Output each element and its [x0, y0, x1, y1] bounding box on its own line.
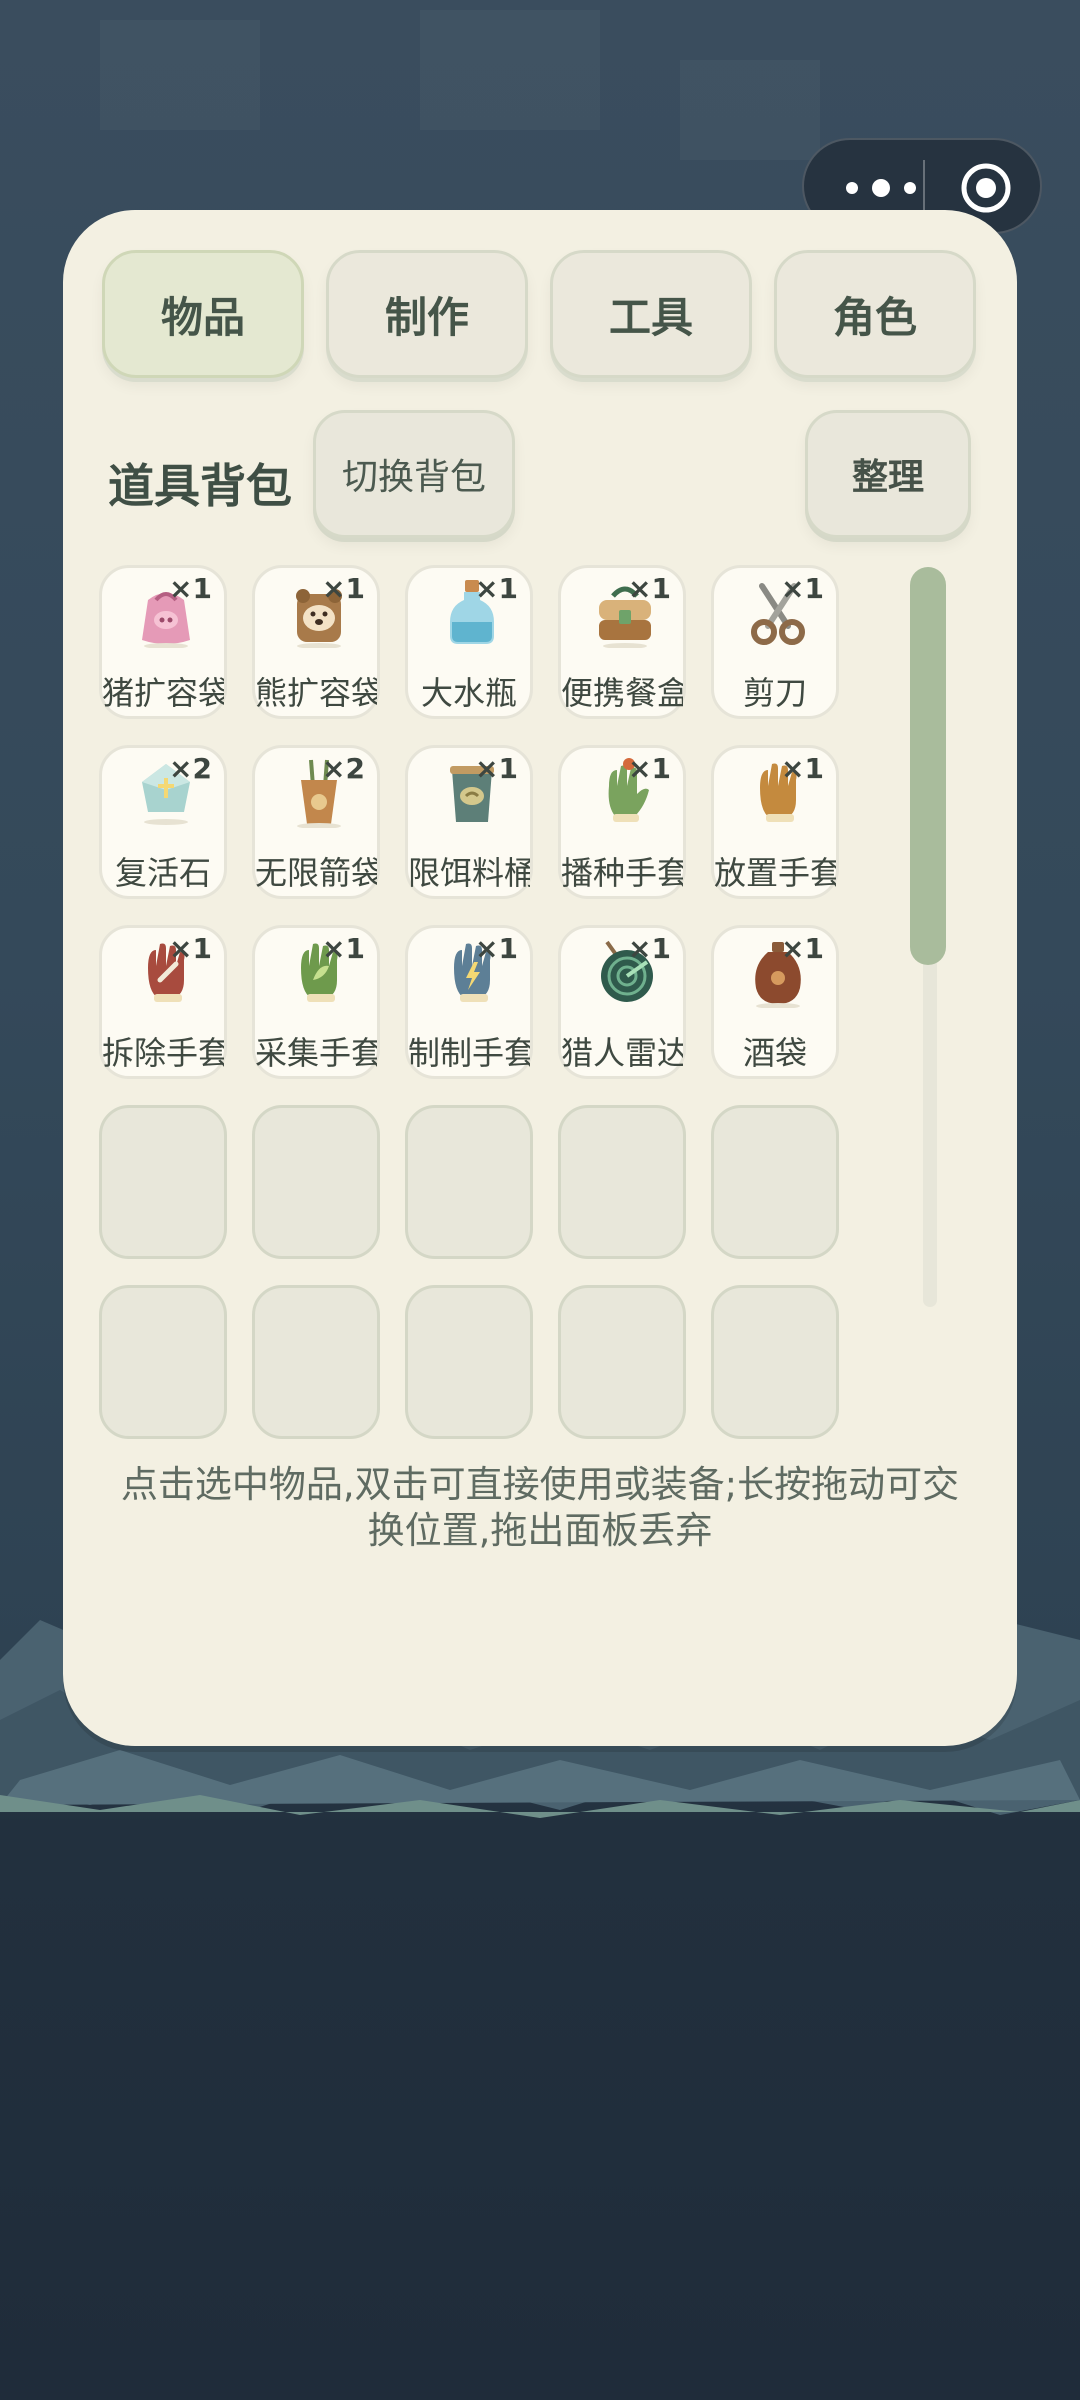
item-name: 酒袋: [742, 1034, 807, 1068]
item-name: 放置手套: [714, 854, 836, 888]
empty-slot[interactable]: [99, 1105, 227, 1259]
item-name: 剪刀: [742, 674, 807, 708]
item-count: ×1: [322, 572, 365, 605]
item-name: 采集手套: [255, 1034, 377, 1068]
target-circle-icon[interactable]: [960, 162, 1012, 214]
item-name: 大水瓶: [420, 674, 517, 708]
background-tile: [100, 20, 260, 130]
item-count: ×1: [628, 572, 671, 605]
inventory-slot[interactable]: ×1 便携餐盒: [558, 565, 686, 719]
sort-button[interactable]: 整理: [805, 410, 971, 538]
more-dots-icon[interactable]: [838, 170, 924, 206]
empty-slot[interactable]: [252, 1105, 380, 1259]
item-count: ×2: [322, 752, 365, 785]
item-count: ×1: [475, 932, 518, 965]
item-count: ×1: [169, 932, 212, 965]
inventory-slot[interactable]: ×1 猎人雷达: [558, 925, 686, 1079]
tab-character[interactable]: 角色: [774, 250, 976, 378]
inventory-slot[interactable]: ×1 播种手套: [558, 745, 686, 899]
tab-tools[interactable]: 工具: [550, 250, 752, 378]
item-name: 猎人雷达: [561, 1034, 683, 1068]
empty-slot[interactable]: [99, 1285, 227, 1439]
item-name: 猪扩容袋: [102, 674, 224, 708]
inventory-slot[interactable]: ×1 大水瓶: [405, 565, 533, 719]
inventory-slot[interactable]: ×1 熊扩容袋: [252, 565, 380, 719]
empty-slot[interactable]: [711, 1105, 839, 1259]
usage-hint: 点击选中物品,双击可直接使用或装备;长按拖动可交换位置,拖出面板丢弃: [120, 1463, 960, 1552]
inventory-slot[interactable]: ×1 放置手套: [711, 745, 839, 899]
item-name: 限饵料桶: [408, 854, 530, 888]
empty-slot[interactable]: [558, 1105, 686, 1259]
empty-slot[interactable]: [252, 1285, 380, 1439]
switch-bag-button[interactable]: 切换背包: [313, 410, 515, 538]
inventory-slot[interactable]: ×1 剪刀: [711, 565, 839, 719]
inventory-slot[interactable]: ×2 复活石: [99, 745, 227, 899]
inventory-slot[interactable]: ×1 限饵料桶: [405, 745, 533, 899]
capsule-divider: [923, 160, 925, 216]
item-count: ×1: [628, 932, 671, 965]
item-name: 复活石: [114, 854, 211, 888]
item-count: ×1: [781, 572, 824, 605]
inventory-slot[interactable]: ×1 酒袋: [711, 925, 839, 1079]
background-tile: [680, 60, 820, 160]
empty-slot[interactable]: [405, 1105, 533, 1259]
item-name: 制制手套: [408, 1034, 530, 1068]
item-count: ×1: [628, 752, 671, 785]
item-count: ×1: [781, 932, 824, 965]
item-name: 熊扩容袋: [255, 674, 377, 708]
inventory-slot[interactable]: ×1 采集手套: [252, 925, 380, 1079]
item-count: ×1: [475, 572, 518, 605]
item-name: 拆除手套: [102, 1034, 224, 1068]
tab-crafting[interactable]: 制作: [326, 250, 528, 378]
empty-slot[interactable]: [711, 1285, 839, 1439]
item-name: 无限箭袋: [255, 854, 377, 888]
inventory-slot[interactable]: ×1 猪扩容袋: [99, 565, 227, 719]
inventory-panel: 物品 制作 工具 角色 道具背包 切换背包 整理 ×1 猪扩容袋 ×1 熊扩容袋 ×1 大…: [63, 210, 1017, 1746]
item-count: ×2: [169, 752, 212, 785]
inventory-slot[interactable]: ×1 制制手套: [405, 925, 533, 1079]
item-count: ×1: [169, 572, 212, 605]
empty-slot[interactable]: [405, 1285, 533, 1439]
item-name: 播种手套: [561, 854, 683, 888]
scrollbar-thumb[interactable]: [910, 567, 946, 965]
item-count: ×1: [781, 752, 824, 785]
item-count: ×1: [322, 932, 365, 965]
tab-items[interactable]: 物品: [102, 250, 304, 378]
item-name: 便携餐盒: [561, 674, 683, 708]
item-count: ×1: [475, 752, 518, 785]
item-grid: ×1 猪扩容袋 ×1 熊扩容袋 ×1 大水瓶 ×1 便携餐盒 ×1 剪刀 ×2 复活石 ×2 无限箭袋 ×1…: [99, 565, 919, 1525]
inventory-slot[interactable]: ×1 拆除手套: [99, 925, 227, 1079]
inventory-slot[interactable]: ×2 无限箭袋: [252, 745, 380, 899]
bag-title: 道具背包: [108, 459, 292, 513]
empty-slot[interactable]: [558, 1285, 686, 1439]
background-tile: [420, 10, 600, 130]
